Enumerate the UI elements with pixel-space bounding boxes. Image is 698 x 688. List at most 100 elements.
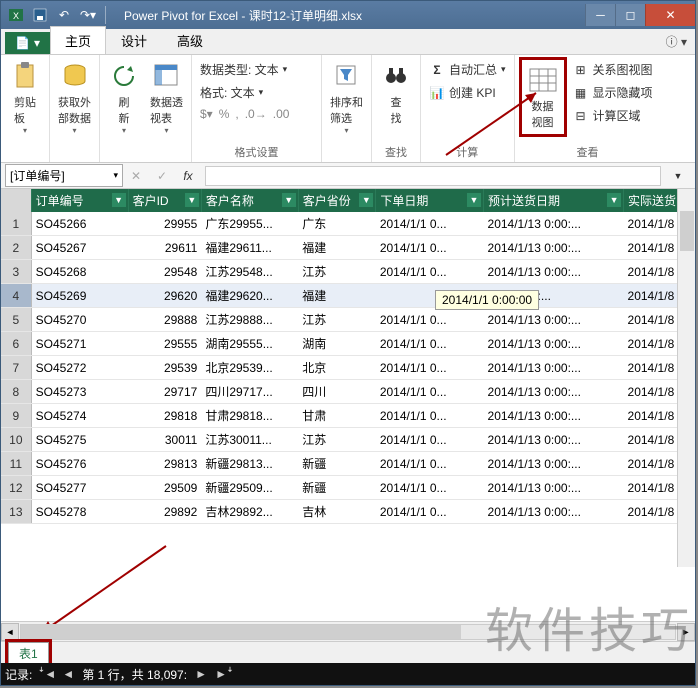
table-row[interactable]: 5SO4527029888江苏29888...江苏2014/1/1 0...20…: [1, 308, 695, 332]
cell[interactable]: 2014/1/13 0:00:...: [484, 452, 624, 476]
tab-home[interactable]: 主页: [50, 26, 106, 54]
formula-input[interactable]: [205, 166, 661, 186]
get-external-data-button[interactable]: 获取外 部数据▾: [54, 57, 95, 138]
cell[interactable]: 29539: [128, 356, 201, 380]
table-row[interactable]: 9SO4527429818甘肃29818...甘肃2014/1/1 0...20…: [1, 404, 695, 428]
row-header[interactable]: 6: [1, 332, 31, 356]
cell[interactable]: SO45273: [31, 380, 128, 404]
data-view-button[interactable]: 数据 视图: [523, 61, 563, 133]
filter-dropdown-icon[interactable]: ▼: [607, 193, 621, 207]
cell[interactable]: 北京29539...: [201, 356, 298, 380]
cell[interactable]: 2014/1/13 0:00:...: [484, 476, 624, 500]
sort-filter-button[interactable]: 排序和 筛选▾: [326, 57, 367, 138]
filter-dropdown-icon[interactable]: ▼: [282, 193, 296, 207]
column-header[interactable]: 客户名称▼: [201, 189, 298, 212]
last-record-button[interactable]: ►ꜜ: [215, 667, 231, 681]
table-row[interactable]: 12SO4527729509新疆29509...新疆2014/1/1 0...2…: [1, 476, 695, 500]
show-hidden-button[interactable]: ▦显示隐藏项: [569, 82, 657, 103]
cell[interactable]: 新疆29813...: [201, 452, 298, 476]
cell[interactable]: 2014/1/13 0:00:...: [484, 428, 624, 452]
cell[interactable]: SO45275: [31, 428, 128, 452]
cell[interactable]: 江苏29548...: [201, 260, 298, 284]
cell[interactable]: 29892: [128, 500, 201, 524]
filter-dropdown-icon[interactable]: ▼: [359, 193, 373, 207]
cell[interactable]: SO45278: [31, 500, 128, 524]
cell[interactable]: 福建29620...: [201, 284, 298, 308]
filter-dropdown-icon[interactable]: ▼: [112, 193, 126, 207]
cell[interactable]: 2014/1/1 0...: [376, 356, 484, 380]
row-header[interactable]: 1: [1, 212, 31, 236]
next-record-button[interactable]: ►: [193, 667, 209, 681]
increase-decimal-icon[interactable]: .0→: [245, 107, 267, 121]
maximize-button[interactable]: ◻: [615, 4, 645, 26]
cell[interactable]: 2014/1/13 0:00:...: [484, 308, 624, 332]
cell[interactable]: 2014/1/1 0...: [376, 236, 484, 260]
cell[interactable]: 29620: [128, 284, 201, 308]
diagram-view-button[interactable]: ⊞关系图视图: [569, 59, 657, 80]
column-header[interactable]: 订单编号▼: [31, 189, 128, 212]
column-header[interactable]: 客户ID▼: [128, 189, 201, 212]
cell[interactable]: 甘肃: [298, 404, 376, 428]
row-header[interactable]: 2: [1, 236, 31, 260]
column-header[interactable]: 客户省份▼: [298, 189, 376, 212]
cell[interactable]: SO45276: [31, 452, 128, 476]
cell[interactable]: 福建: [298, 236, 376, 260]
excel-icon[interactable]: X: [5, 4, 27, 26]
cell[interactable]: 江苏: [298, 308, 376, 332]
cell[interactable]: 2014/1/13 0:00:...: [484, 332, 624, 356]
cell[interactable]: 湖南29555...: [201, 332, 298, 356]
save-icon[interactable]: [29, 4, 51, 26]
cell[interactable]: 2014/1/1 0...: [376, 332, 484, 356]
prev-record-button[interactable]: ◄: [60, 667, 76, 681]
redo-icon[interactable]: ↷▾: [77, 4, 99, 26]
table-row[interactable]: 2SO4526729611福建29611...福建2014/1/1 0...20…: [1, 236, 695, 260]
cell[interactable]: 江苏29888...: [201, 308, 298, 332]
cell[interactable]: SO45269: [31, 284, 128, 308]
cell[interactable]: 四川: [298, 380, 376, 404]
cell[interactable]: 福建29611...: [201, 236, 298, 260]
row-header[interactable]: 3: [1, 260, 31, 284]
cell[interactable]: 甘肃29818...: [201, 404, 298, 428]
row-header[interactable]: 12: [1, 476, 31, 500]
table-row[interactable]: 6SO4527129555湖南29555...湖南2014/1/1 0...20…: [1, 332, 695, 356]
table-row[interactable]: 10SO4527530011江苏30011...江苏2014/1/1 0...2…: [1, 428, 695, 452]
decrease-decimal-icon[interactable]: .00: [273, 107, 290, 121]
pivot-table-button[interactable]: 数据透 视表▾: [146, 57, 187, 138]
row-header[interactable]: 4: [1, 284, 31, 308]
currency-icon[interactable]: $▾: [200, 107, 213, 121]
cell[interactable]: 2014/1/1 0...: [376, 380, 484, 404]
cell[interactable]: 北京: [298, 356, 376, 380]
column-header[interactable]: 预计送货日期▼: [484, 189, 624, 212]
cell[interactable]: 29509: [128, 476, 201, 500]
cell[interactable]: 2014/1/13 0:00:...: [484, 260, 624, 284]
cell[interactable]: 29611: [128, 236, 201, 260]
fx-button[interactable]: fx: [175, 167, 201, 185]
cell[interactable]: 2014/1/13 0:00:...: [484, 236, 624, 260]
cell[interactable]: 四川29717...: [201, 380, 298, 404]
cell[interactable]: SO45271: [31, 332, 128, 356]
cell[interactable]: 江苏30011...: [201, 428, 298, 452]
cell[interactable]: 福建: [298, 284, 376, 308]
table-row[interactable]: 3SO4526829548江苏29548...江苏2014/1/1 0...20…: [1, 260, 695, 284]
sheet-tab[interactable]: 表1: [8, 642, 49, 664]
cell[interactable]: 广东: [298, 212, 376, 236]
cell[interactable]: 29813: [128, 452, 201, 476]
row-header[interactable]: 11: [1, 452, 31, 476]
autosum-button[interactable]: Σ自动汇总 ▾: [425, 59, 510, 80]
help-dropdown[interactable]: ⓘ ▾: [658, 29, 695, 54]
cell[interactable]: 2014/1/1 0...: [376, 500, 484, 524]
corner-cell[interactable]: [1, 189, 31, 212]
comma-icon[interactable]: ,: [235, 107, 238, 121]
cell[interactable]: SO45267: [31, 236, 128, 260]
row-header[interactable]: 8: [1, 380, 31, 404]
cell[interactable]: 吉林29892...: [201, 500, 298, 524]
cell[interactable]: 2014/1/1 0...: [376, 260, 484, 284]
tab-advanced[interactable]: 高级: [162, 26, 218, 54]
calc-area-button[interactable]: ⊟计算区域: [569, 105, 657, 126]
cell[interactable]: 2014/1/13 0:00:...: [484, 212, 624, 236]
cell[interactable]: 29888: [128, 308, 201, 332]
confirm-icon[interactable]: ✓: [149, 167, 175, 185]
table-row[interactable]: 11SO4527629813新疆29813...新疆2014/1/1 0...2…: [1, 452, 695, 476]
format-dropdown[interactable]: 格式: 文本 ▾: [196, 82, 293, 103]
minimize-button[interactable]: ─: [585, 4, 615, 26]
